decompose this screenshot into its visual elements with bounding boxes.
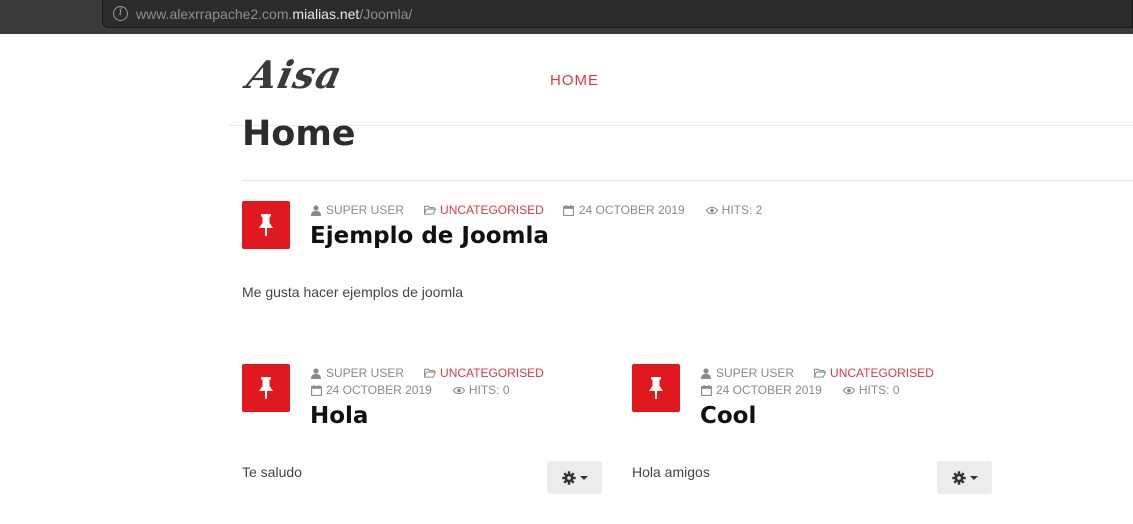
article-date: 24 OCTOBER 2019 bbox=[700, 383, 822, 397]
category-link[interactable]: UNCATEGORISED bbox=[830, 366, 934, 380]
calendar-icon bbox=[563, 204, 575, 216]
page-title: Home bbox=[242, 114, 356, 154]
user-icon bbox=[310, 367, 322, 379]
date-text: 24 OCTOBER 2019 bbox=[716, 383, 822, 397]
article-title[interactable]: Cool bbox=[700, 403, 756, 429]
user-icon bbox=[310, 204, 322, 216]
pin-icon bbox=[649, 377, 663, 399]
article-date: 24 OCTOBER 2019 bbox=[310, 383, 432, 397]
featured-pin-badge bbox=[242, 364, 290, 412]
calendar-icon bbox=[700, 384, 712, 396]
folder-icon bbox=[424, 367, 437, 379]
featured-pin-badge bbox=[242, 201, 290, 249]
gear-icon bbox=[951, 470, 966, 485]
article-intro: Hola amigos bbox=[632, 464, 710, 480]
info-icon[interactable]: i bbox=[113, 6, 128, 21]
url-text[interactable]: www.alexrrapache2.com.mialias.net/Joomla… bbox=[136, 6, 412, 22]
caret-down-icon bbox=[579, 475, 588, 480]
article-actions-button[interactable] bbox=[937, 461, 992, 494]
user-icon bbox=[700, 367, 712, 379]
article-category: UNCATEGORISED bbox=[424, 366, 544, 380]
article-author: SUPER USER bbox=[310, 366, 404, 380]
category-link[interactable]: UNCATEGORISED bbox=[440, 366, 544, 380]
article-intro: Te saludo bbox=[242, 464, 302, 480]
article-hits: HITS: 2 bbox=[705, 203, 763, 217]
article-meta-line-1: SUPER USER UNCATEGORISED bbox=[700, 366, 934, 380]
nav-item-home[interactable]: HOME bbox=[550, 72, 599, 89]
folder-icon bbox=[424, 204, 437, 216]
article-category: UNCATEGORISED bbox=[424, 203, 544, 217]
calendar-icon bbox=[310, 384, 322, 396]
article-title[interactable]: Hola bbox=[310, 403, 368, 429]
pin-icon bbox=[259, 377, 273, 399]
article-author: SUPER USER bbox=[700, 366, 794, 380]
hits-text: HITS: 0 bbox=[468, 383, 510, 397]
url-prefix: www.alexrrapache2.com. bbox=[136, 6, 293, 22]
article-meta-line-2: 24 OCTOBER 2019 HITS: 0 bbox=[700, 383, 900, 397]
article-actions-button[interactable] bbox=[547, 461, 602, 494]
article-meta-line-1: SUPER USER UNCATEGORISED bbox=[310, 366, 544, 380]
article-intro: Me gusta hacer ejemplos de joomla bbox=[242, 284, 464, 300]
eye-icon bbox=[452, 384, 465, 396]
address-bar[interactable]: i www.alexrrapache2.com.mialias.net/Joom… bbox=[102, 0, 1133, 28]
url-domain: mialias.net bbox=[292, 6, 360, 22]
article-hits: HITS: 0 bbox=[842, 383, 900, 397]
author-name: SUPER USER bbox=[326, 203, 405, 217]
date-text: 24 OCTOBER 2019 bbox=[326, 383, 432, 397]
site-logo[interactable]: Aisa bbox=[243, 52, 347, 97]
eye-icon bbox=[705, 204, 718, 216]
article-category: UNCATEGORISED bbox=[814, 366, 934, 380]
category-link[interactable]: UNCATEGORISED bbox=[440, 203, 544, 217]
author-name: SUPER USER bbox=[716, 366, 795, 380]
browser-toolbar: i www.alexrrapache2.com.mialias.net/Joom… bbox=[0, 0, 1133, 34]
author-name: SUPER USER bbox=[326, 366, 405, 380]
date-text: 24 OCTOBER 2019 bbox=[578, 203, 685, 217]
url-path: /Joomla/ bbox=[359, 6, 413, 22]
folder-icon bbox=[814, 367, 827, 379]
article-date: 24 OCTOBER 2019 bbox=[563, 203, 685, 217]
caret-down-icon bbox=[969, 475, 978, 480]
article-hits: HITS: 0 bbox=[452, 383, 510, 397]
gear-icon bbox=[561, 470, 576, 485]
title-divider bbox=[242, 180, 1133, 181]
article-meta: SUPER USER UNCATEGORISED 24 OCTOBER 2019… bbox=[310, 203, 762, 217]
pin-icon bbox=[259, 214, 273, 236]
header-divider bbox=[229, 125, 1133, 126]
hits-text: HITS: 2 bbox=[721, 203, 763, 217]
article-meta-line-2: 24 OCTOBER 2019 HITS: 0 bbox=[310, 383, 510, 397]
eye-icon bbox=[842, 384, 855, 396]
featured-pin-badge bbox=[632, 364, 680, 412]
article-author: SUPER USER bbox=[310, 203, 404, 217]
article-title[interactable]: Ejemplo de Joomla bbox=[310, 223, 549, 249]
hits-text: HITS: 0 bbox=[858, 383, 900, 397]
